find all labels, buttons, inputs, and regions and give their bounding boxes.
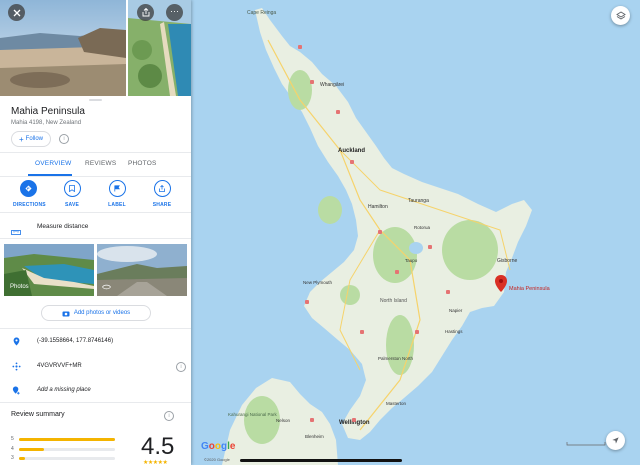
rating-bar-label: 5 (11, 436, 14, 442)
layers-icon (615, 10, 626, 20)
bookmark-icon (63, 180, 81, 197)
plus-code-icon (12, 362, 21, 371)
rating-bar-4 (19, 448, 115, 451)
save-button[interactable]: SAVE (57, 180, 87, 208)
google-logo: Google (201, 441, 236, 452)
map-label-kahurangi: Kahurangi National Park (228, 412, 278, 417)
divider (0, 212, 191, 213)
add-missing-place-link[interactable]: Add a missing place (37, 387, 91, 393)
map-label-cape-reinga: Cape Reinga (247, 10, 276, 16)
add-place-icon (12, 386, 20, 395)
street-view-thumbnail[interactable] (97, 244, 187, 296)
share-photo-button[interactable] (137, 4, 154, 21)
map-copyright: ©2020 Google (204, 457, 230, 462)
street-view-icon (102, 284, 111, 290)
follow-label: Follow (25, 136, 43, 142)
plus-code-text[interactable]: 4VGVRVVF+MR (37, 363, 82, 369)
follow-button[interactable]: + Follow (11, 131, 51, 147)
map-label-blenheim: Blenheim (305, 434, 324, 439)
rating-bar-label: 3 (11, 455, 14, 461)
more-options-button[interactable]: ··· (166, 4, 183, 21)
forest-area (442, 220, 498, 280)
rating-bar-5 (19, 438, 115, 441)
map-label-gisborne: Gisborne (497, 258, 518, 264)
map-label-rotorua: Rotorua (414, 225, 431, 230)
active-tab-indicator (28, 174, 72, 176)
more-icon: ··· (170, 5, 179, 16)
forest-area (386, 315, 414, 375)
directions-label: DIRECTIONS (13, 202, 46, 208)
add-photos-button[interactable]: Add photos or videos (41, 305, 151, 321)
map-label-hamilton: Hamilton (368, 204, 388, 210)
add-photos-label: Add photos or videos (73, 310, 131, 316)
rating-bar-3 (19, 457, 115, 460)
forest-area (244, 396, 280, 444)
flag-icon (108, 180, 126, 197)
divider (0, 328, 191, 329)
navigation-arrow-icon (612, 437, 619, 444)
review-info-icon[interactable]: i (164, 411, 174, 421)
share-icon (153, 180, 171, 197)
map-label-masterton: Masterton (386, 401, 407, 406)
info-icon[interactable]: i (59, 134, 69, 144)
average-rating: 4.5 (141, 433, 175, 460)
map-label-nelson: Nelson (276, 418, 291, 423)
location-pin-icon (13, 337, 20, 346)
place-title: Mahia Peninsula (11, 106, 85, 117)
my-location-button[interactable] (606, 431, 625, 450)
map-label-hastings: Hastings (445, 329, 463, 334)
share-icon (142, 8, 149, 17)
forest-area (318, 196, 342, 224)
drag-handle[interactable] (89, 99, 102, 101)
label-button[interactable]: LABEL (102, 180, 132, 208)
pin-label: Mahia Peninsula (509, 286, 551, 292)
close-icon (13, 9, 20, 16)
forest-area (373, 227, 417, 283)
plus-icon: + (18, 134, 24, 144)
tab-photos[interactable]: PHOTOS (128, 160, 157, 167)
place-details-panel: ··· Mahia Peninsula Mahia 4198, New Zeal… (0, 0, 191, 465)
photos-label: Photos (10, 284, 29, 290)
rating-stars-icon: ★★★★★ (143, 460, 168, 465)
map-label-napier: Napier (449, 308, 463, 313)
directions-icon (19, 180, 37, 197)
lake-taupo (409, 242, 423, 254)
map-label-north-island: North Island (380, 298, 407, 304)
map-label-palmerston-north: Palmerston North (378, 356, 414, 361)
share-label: SHARE (152, 202, 172, 208)
forest-area (340, 285, 360, 305)
review-summary-title: Review summary (11, 411, 65, 418)
map-label-taupo: Taupo (405, 258, 418, 263)
divider (0, 238, 191, 239)
save-label: SAVE (64, 202, 80, 208)
map-label-tauranga: Tauranga (408, 198, 429, 204)
share-button[interactable]: SHARE (147, 180, 177, 208)
close-button[interactable] (8, 4, 25, 21)
map-label-new-plymouth: New Plymouth (303, 280, 333, 285)
plus-code-info-icon[interactable]: i (176, 362, 186, 372)
tab-bar: OVERVIEW REVIEWS PHOTOS (0, 152, 191, 177)
home-indicator (240, 459, 402, 462)
tab-reviews[interactable]: REVIEWS (85, 160, 116, 167)
label-label: LABEL (108, 202, 126, 208)
layers-button[interactable] (611, 6, 630, 25)
photos-thumbnail[interactable]: Photos (4, 244, 94, 296)
map-label-whangarei: Whangārei (320, 82, 344, 88)
directions-button[interactable]: DIRECTIONS (13, 180, 46, 208)
forest-area (288, 70, 312, 110)
scale-bar (566, 441, 606, 448)
tab-overview[interactable]: OVERVIEW (35, 160, 72, 167)
rating-bar-label: 4 (11, 446, 14, 452)
measure-distance-link[interactable]: Measure distance (37, 223, 88, 230)
place-address: Mahia 4198, New Zealand (11, 120, 82, 126)
coordinates-text[interactable]: (-39.1558664, 177.8746146) (37, 338, 113, 344)
divider (0, 402, 191, 403)
map-label-auckland: Auckland (338, 148, 365, 154)
camera-icon (62, 311, 70, 316)
